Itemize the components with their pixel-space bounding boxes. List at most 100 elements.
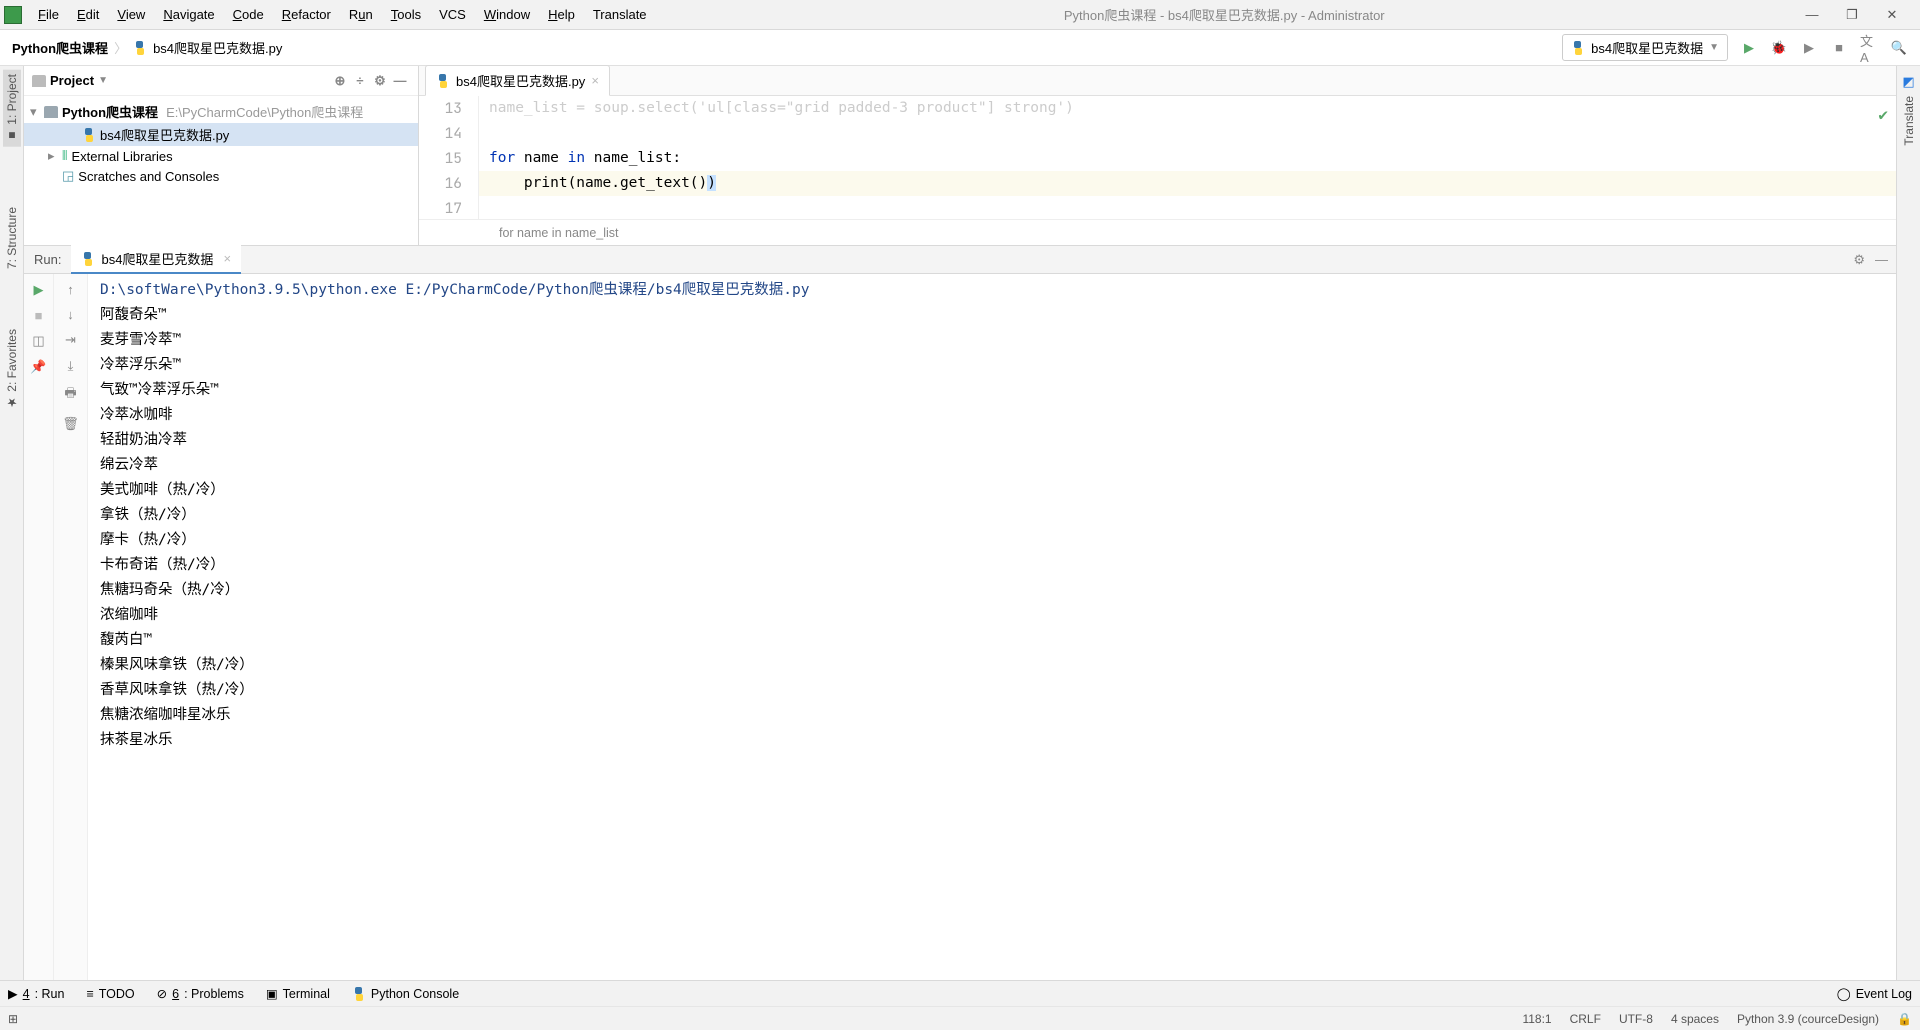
run-button[interactable]: ▶ — [1740, 39, 1758, 57]
run-tool-window: Run: bs4爬取星巴克数据 × ⚙ — ▶ ■ ◫ 📌 — [24, 246, 1896, 980]
run-tab[interactable]: bs4爬取星巴克数据 × — [71, 245, 241, 274]
run-nav-gutter: ↑ ↓ ⇥ ⤓ 🖶 🗑 — [54, 274, 88, 980]
right-tool-rail: ◩ Translate — [1896, 66, 1920, 980]
wrap-icon[interactable]: ⇥ — [65, 332, 76, 348]
layout-icon[interactable]: ◫ — [32, 333, 44, 349]
scroll-icon[interactable]: ⤓ — [68, 358, 74, 374]
status-lock-icon[interactable]: 🔒 — [1897, 1012, 1912, 1026]
bottom-tool-bar: ▶ 4: Run ≡ TODO ⊘ 6: Problems ▣ Terminal… — [0, 980, 1920, 1006]
editor-tab-label: bs4爬取星巴克数据.py — [456, 71, 585, 90]
menu-view[interactable]: View — [109, 5, 153, 24]
menu-edit[interactable]: Edit — [69, 5, 107, 24]
chevron-down-icon: ▼ — [1709, 42, 1719, 53]
python-icon — [1571, 41, 1585, 55]
stop-button[interactable]: ■ — [1830, 39, 1848, 57]
bottom-run[interactable]: ▶ 4: Run — [8, 986, 64, 1001]
tree-file[interactable]: bs4爬取星巴克数据.py — [24, 123, 418, 146]
bottom-todo[interactable]: ≡ TODO — [86, 987, 134, 1001]
menu-refactor[interactable]: Refactor — [274, 5, 339, 24]
bottom-terminal[interactable]: ▣ Terminal — [266, 986, 330, 1001]
rail-project[interactable]: ■ 1: Project — [3, 70, 21, 147]
translate-button[interactable]: 文A — [1860, 39, 1878, 57]
toolbar: Python爬虫课程 〉 bs4爬取星巴克数据.py bs4爬取星巴克数据 ▼ … — [0, 30, 1920, 66]
project-panel: Project ▼ ⊕ ÷ ⚙ — ▾ Python爬虫课程 E:\PyChar… — [24, 66, 419, 245]
code-area[interactable]: ✔ 13 14 15 16 17 name_list = soup.select… — [419, 96, 1896, 219]
down-icon[interactable]: ↓ — [67, 307, 74, 322]
pin-icon[interactable]: 📌 — [30, 359, 46, 375]
hide-panel-icon[interactable]: — — [390, 73, 410, 88]
hide-run-icon[interactable]: — — [1875, 252, 1888, 267]
menu-navigate[interactable]: Navigate — [155, 5, 222, 24]
rail-structure[interactable]: 7: Structure — [5, 207, 19, 269]
run-settings-icon[interactable]: ⚙ — [1853, 252, 1865, 268]
libs-icon: ⫴ — [62, 148, 67, 164]
title-bar: File Edit View Navigate Code Refactor Ru… — [0, 0, 1920, 30]
breadcrumb-file[interactable]: bs4爬取星巴克数据.py — [153, 38, 282, 57]
menu-translate[interactable]: Translate — [585, 5, 655, 24]
ide-settings-icon[interactable]: ◩ — [1902, 74, 1914, 90]
bottom-pyconsole[interactable]: Python Console — [352, 987, 459, 1001]
menu-file[interactable]: File — [30, 5, 67, 24]
status-indent[interactable]: 4 spaces — [1671, 1012, 1719, 1026]
run-config-select[interactable]: bs4爬取星巴克数据 ▼ — [1562, 34, 1728, 61]
status-bar: ⊞ 118:1 CRLF UTF-8 4 spaces Python 3.9 (… — [0, 1006, 1920, 1030]
tree-root-label: Python爬虫课程 — [62, 102, 158, 121]
locate-icon[interactable]: ⊕ — [330, 73, 350, 89]
maximize-button[interactable]: ❐ — [1834, 4, 1870, 26]
run-tab-label: bs4爬取星巴克数据 — [101, 249, 213, 268]
tree-external-libs[interactable]: ▸ ⫴ External Libraries — [24, 146, 418, 166]
status-eol[interactable]: CRLF — [1570, 1012, 1601, 1026]
close-window-button[interactable]: ✕ — [1874, 4, 1910, 26]
close-run-tab-icon[interactable]: × — [223, 251, 231, 266]
python-file-icon — [82, 128, 96, 142]
tree-project-root[interactable]: ▾ Python爬虫课程 E:\PyCharmCode\Python爬虫课程 — [24, 100, 418, 123]
collapse-icon[interactable]: ÷ — [350, 73, 370, 88]
scratches-icon: ◲ — [62, 168, 74, 184]
status-encoding[interactable]: UTF-8 — [1619, 1012, 1653, 1026]
search-everywhere-button[interactable]: 🔍 — [1890, 39, 1908, 57]
tree-file-label: bs4爬取星巴克数据.py — [100, 125, 229, 144]
stop-icon[interactable]: ■ — [35, 308, 43, 323]
print-icon[interactable]: 🖶 — [64, 384, 76, 406]
menu-tools[interactable]: Tools — [383, 5, 429, 24]
run-label: Run: — [32, 252, 71, 267]
rail-favorites[interactable]: ★ 2: Favorites — [5, 329, 19, 410]
rerun-icon[interactable]: ▶ — [34, 282, 44, 298]
editor-breadcrumb[interactable]: for name in name_list — [419, 219, 1896, 245]
run-output[interactable]: D:\softWare\Python3.9.5\python.exe E:/Py… — [88, 274, 1896, 980]
editor-tab[interactable]: bs4爬取星巴克数据.py × — [425, 65, 610, 96]
status-caret-pos[interactable]: 118:1 — [1522, 1012, 1551, 1026]
left-tool-rail: ■ 1: Project 7: Structure ★ 2: Favorites — [0, 66, 24, 980]
menu-code[interactable]: Code — [225, 5, 272, 24]
tree-scratch-label: Scratches and Consoles — [78, 169, 219, 184]
tree-extlib-label: External Libraries — [71, 149, 172, 164]
rail-translate[interactable]: Translate — [1902, 96, 1916, 146]
status-interpreter[interactable]: Python 3.9 (courceDesign) — [1737, 1012, 1879, 1026]
menu-help[interactable]: Help — [540, 5, 583, 24]
debug-button[interactable]: 🐞 — [1770, 39, 1788, 57]
menu-vcs[interactable]: VCS — [431, 5, 474, 24]
folder-icon — [44, 106, 58, 118]
main-menu: File Edit View Navigate Code Refactor Ru… — [30, 5, 655, 24]
python-icon — [81, 252, 95, 266]
settings-icon[interactable]: ⚙ — [370, 73, 390, 89]
run-action-gutter: ▶ ■ ◫ 📌 — [24, 274, 54, 980]
project-panel-title: Project — [50, 73, 94, 88]
status-windows-icon[interactable]: ⊞ — [8, 1012, 18, 1026]
app-icon — [4, 6, 22, 24]
close-tab-icon[interactable]: × — [591, 73, 599, 88]
coverage-button[interactable]: ▶ — [1800, 39, 1818, 57]
minimize-button[interactable]: — — [1794, 4, 1830, 26]
run-config-name: bs4爬取星巴克数据 — [1591, 38, 1703, 57]
python-file-icon — [436, 74, 450, 88]
gutter: 13 14 15 16 17 — [419, 96, 479, 219]
up-icon[interactable]: ↑ — [67, 282, 74, 297]
tree-scratches[interactable]: ◲ Scratches and Consoles — [24, 166, 418, 186]
menu-run[interactable]: Run — [341, 5, 381, 24]
breadcrumb-project[interactable]: Python爬虫课程 — [12, 38, 108, 57]
bottom-eventlog[interactable]: ◯ Event Log — [1837, 986, 1912, 1001]
editor: bs4爬取星巴克数据.py × ✔ 13 14 15 16 17 — [419, 66, 1896, 245]
bottom-problems[interactable]: ⊘ 6: Problems — [157, 986, 244, 1001]
trash-icon[interactable]: 🗑 — [62, 416, 79, 432]
menu-window[interactable]: Window — [476, 5, 538, 24]
